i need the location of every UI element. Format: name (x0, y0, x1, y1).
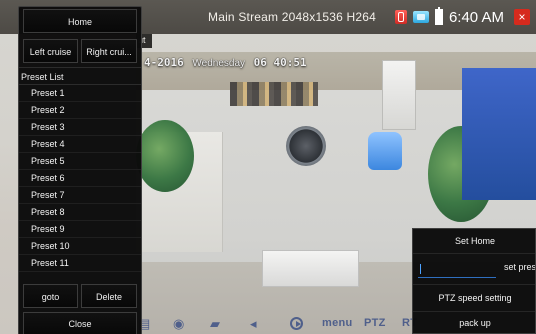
preset-item-10[interactable]: Preset 10 (19, 238, 141, 255)
mute-icon (394, 10, 407, 24)
preset-number-input[interactable] (418, 260, 496, 278)
preset-item-1[interactable]: Preset 1 (19, 85, 141, 102)
osd-weekday: Wednesday (192, 58, 246, 69)
set-preset-row: set pres (413, 254, 535, 285)
bottom-toolbar: ▤ ◉ ▰ ◂ menu PTZ RT (136, 314, 422, 334)
preset-item-6[interactable]: Preset 6 (19, 170, 141, 187)
osd-time: 06 40:51 (253, 56, 307, 69)
pack-up-button[interactable]: pack up (413, 312, 535, 333)
set-home-button[interactable]: Set Home (413, 229, 535, 254)
usb-icon (412, 11, 429, 23)
status-icons: 6:40 AM × (394, 0, 536, 34)
camera-icon[interactable]: ◉ (173, 315, 184, 333)
preset-item-5[interactable]: Preset 5 (19, 153, 141, 170)
play-icon[interactable] (290, 317, 303, 330)
delete-button[interactable]: Delete (81, 284, 137, 308)
video-camera-icon[interactable]: ▰ (210, 315, 220, 333)
speaker-icon[interactable]: ◂ (250, 315, 257, 333)
scene-plant-left (136, 120, 194, 192)
scene-blue-panel (462, 68, 536, 200)
preset-item-11[interactable]: Preset 11 (19, 255, 141, 272)
battery-icon (434, 7, 443, 25)
scene-water-bottle (368, 132, 402, 170)
stream-title: Main Stream 2048x1536 H264 (208, 10, 376, 24)
preset-item-8[interactable]: Preset 8 (19, 204, 141, 221)
menu-button[interactable]: menu (322, 317, 353, 329)
input-caret (420, 264, 421, 274)
camera-viewer-screen: Main Stream 2048x1536 H264 6:40 AM × ut … (0, 0, 536, 334)
scene-air-conditioner (262, 250, 359, 287)
right-cruise-button[interactable]: Right crui... (81, 39, 137, 63)
scene-shelf-clutter (230, 82, 318, 106)
left-cruise-button[interactable]: Left cruise (23, 39, 78, 63)
ptz-settings-popup: Set Home set pres PTZ speed setting pack… (412, 228, 536, 334)
ptz-button[interactable]: PTZ (364, 317, 386, 329)
preset-list: Preset 1 Preset 2 Preset 3 Preset 4 Pres… (19, 85, 141, 278)
osd-date: 4-2016 (144, 56, 184, 69)
close-icon[interactable]: × (514, 9, 530, 25)
scene-machine (382, 60, 416, 130)
preset-item-4[interactable]: Preset 4 (19, 136, 141, 153)
scene-fan (286, 126, 326, 166)
status-time: 6:40 AM (448, 8, 504, 26)
close-button[interactable]: Close (23, 312, 137, 334)
preset-item-9[interactable]: Preset 9 (19, 221, 141, 238)
preset-list-label: Preset List (19, 67, 141, 85)
ptz-speed-setting-button[interactable]: PTZ speed setting (413, 285, 535, 312)
preset-item-2[interactable]: Preset 2 (19, 102, 141, 119)
osd-timestamp: 4-2016 Wednesday 06 40:51 (144, 56, 307, 69)
home-button[interactable]: Home (23, 9, 137, 33)
ptz-preset-panel: Home Left cruise Right crui... Preset Li… (18, 6, 142, 334)
preset-item-7[interactable]: Preset 7 (19, 187, 141, 204)
set-preset-button[interactable]: set pres (503, 262, 535, 272)
goto-button[interactable]: goto (23, 284, 78, 308)
preset-item-3[interactable]: Preset 3 (19, 119, 141, 136)
